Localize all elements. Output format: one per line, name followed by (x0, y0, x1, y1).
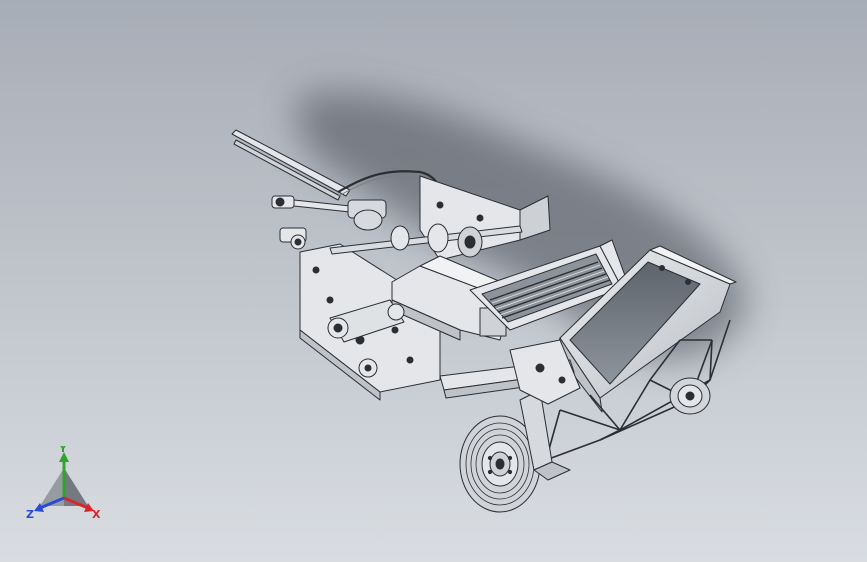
hydraulic-cylinder-lower[interactable] (279, 227, 307, 250)
y-axis-label: Y (58, 446, 68, 455)
model-scene[interactable] (0, 0, 867, 562)
orientation-triad[interactable]: Y X Z (26, 446, 102, 522)
rear-wheel-small[interactable] (669, 377, 711, 415)
z-axis-label: Z (26, 508, 34, 521)
x-axis-label: X (92, 508, 101, 521)
cad-viewport[interactable]: Y X Z (0, 0, 867, 562)
